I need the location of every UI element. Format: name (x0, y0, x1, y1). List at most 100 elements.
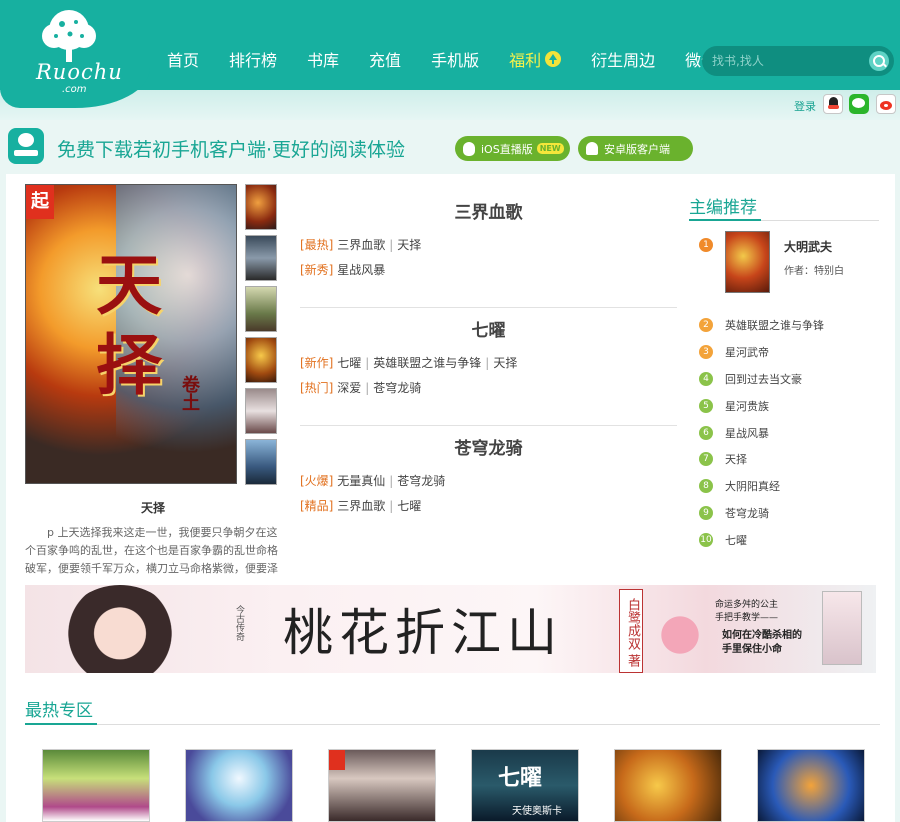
list-item[interactable]: 4 回到过去当文豪 (699, 366, 879, 393)
recommend-heading: 主编推荐 (689, 198, 757, 218)
rank-badge: 9 (699, 505, 713, 520)
blossom-art (645, 605, 715, 665)
book-link[interactable]: 苍穹龙骑 (397, 474, 445, 488)
row-tag: [最热] (300, 238, 334, 252)
ad-character-art (65, 585, 175, 673)
search-icon[interactable] (869, 51, 889, 71)
list-item[interactable]: 2 英雄联盟之谁与争锋 (699, 312, 879, 339)
hot-cover[interactable] (185, 749, 293, 822)
book-link[interactable]: 苍穹龙骑 (373, 381, 421, 395)
apple-icon (463, 141, 475, 156)
block-title[interactable]: 苍穹龙骑 (300, 434, 677, 464)
new-badge: NEW (536, 143, 564, 154)
recommend-list: 2 英雄联盟之谁与争锋 3 星河武帝 4 回到过去当文豪 5 星河贵族 6 星战风暴 7天… (699, 312, 879, 553)
rank-badge: 6 (699, 425, 713, 440)
hot-covers: 七曜 天使奥斯卡 (42, 749, 872, 822)
block-row: [火爆] 无量真仙 | 苍穹龙骑 (300, 474, 446, 488)
ad-hook: 如何在冷酷杀相的 手里保住小命 (722, 630, 802, 655)
book-link[interactable]: 三界血歌 (337, 238, 385, 252)
promo-text: 免费下载若初手机客户端·更好的阅读体验 (57, 139, 406, 161)
book-link[interactable]: 无量真仙 (337, 474, 385, 488)
nav-merch[interactable]: 衍生周边 (576, 47, 670, 71)
top-pick-cover[interactable] (725, 231, 770, 293)
hot-cover[interactable] (328, 749, 436, 822)
block-row: [精品] 三界血歌 | 七曜 (300, 499, 422, 513)
book-link[interactable]: 三界血歌 (337, 499, 385, 513)
nav-recharge[interactable]: 充值 (354, 47, 416, 71)
hot-cover[interactable]: 七曜 天使奥斯卡 (471, 749, 579, 822)
block-row: [新作] 七曜 | 英雄联盟之谁与争锋 | 天择 (300, 356, 518, 370)
hot-cover[interactable] (757, 749, 865, 822)
list-item[interactable]: 10 七曜 (699, 526, 879, 553)
logo-wordmark: Ruochu (36, 60, 123, 84)
cover-subtext: 天使奥斯卡 (512, 806, 562, 817)
hot-cover[interactable] (614, 749, 722, 822)
app-logo-icon (8, 128, 44, 164)
book-link[interactable]: 天择 (493, 356, 517, 370)
list-item[interactable]: 7 天择 (699, 446, 879, 473)
cover-subtitle-art: 卷土 (179, 375, 200, 411)
thumbnail[interactable] (245, 388, 277, 434)
divider-accent (689, 219, 761, 221)
nav-home[interactable]: 首页 (152, 47, 214, 71)
row-tag: [精品] (300, 499, 334, 513)
nav-mobile[interactable]: 手机版 (416, 47, 494, 71)
list-item[interactable]: 5 星河贵族 (699, 392, 879, 419)
thumbnail[interactable] (245, 337, 277, 383)
thumbnail[interactable] (245, 286, 277, 332)
thumbnail[interactable] (245, 184, 277, 230)
ios-download-button[interactable]: iOS直播版 NEW (455, 136, 570, 161)
block-title[interactable]: 三界血歌 (300, 198, 677, 228)
book-link[interactable]: 星战风暴 (337, 263, 385, 277)
rank-badge: 7 (699, 452, 713, 467)
ad-book-art (822, 591, 862, 665)
list-item[interactable]: 3 星河武帝 (699, 339, 879, 366)
book-link[interactable]: 七曜 (337, 356, 361, 370)
block-title[interactable]: 七曜 (300, 316, 677, 346)
list-item[interactable]: 8 大阴阳真经 (699, 473, 879, 500)
android-download-button[interactable]: 安卓版客户端 (578, 136, 693, 161)
hot-cover[interactable] (42, 749, 150, 822)
category-block: 七曜 [新作] 七曜 | 英雄联盟之谁与争锋 | 天择 [热门] 深爱 | 苍穹龙骑 (300, 316, 677, 426)
ad-publisher: 今古传奇 (234, 605, 244, 641)
top-pick-title[interactable]: 大明武夫 (784, 238, 832, 255)
cover-text: 七曜 (498, 766, 543, 791)
search-input[interactable] (712, 51, 862, 71)
wechat-icon[interactable] (849, 94, 869, 114)
list-item[interactable]: 6 星战风暴 (699, 419, 879, 446)
featured-title[interactable]: 天择 (25, 499, 281, 516)
book-link[interactable]: 深爱 (337, 381, 361, 395)
block-row: [新秀] 星战风暴 (300, 261, 677, 278)
thumbnail[interactable] (245, 235, 277, 281)
ad-banner[interactable]: 今古传奇 桃花折江山 白鹭成双 著 命运多舛的公主 手把手教学—— 如何在冷酷杀… (25, 585, 876, 673)
nav-ranking[interactable]: 排行榜 (214, 47, 292, 71)
featured-cover[interactable]: 起 天择 卷土 (25, 184, 237, 484)
book-link[interactable]: 天择 (397, 238, 421, 252)
ad-tagline: 命运多舛的公主 手把手教学—— (715, 600, 779, 623)
thumbnail[interactable] (245, 439, 277, 485)
book-link[interactable]: 英雄联盟之谁与争锋 (373, 356, 481, 370)
main-nav: 首页 排行榜 书库 充值 手机版 福利 衍生周边 微信 (152, 46, 746, 72)
arrow-up-icon (545, 51, 562, 67)
sub-bar (0, 90, 900, 120)
featured-thumbnails (245, 184, 277, 490)
qq-icon[interactable] (823, 94, 843, 114)
nav-welfare[interactable]: 福利 (494, 47, 576, 71)
top-pick-author: 作者：特别白 (784, 266, 844, 277)
ad-title: 桃花折江山 (283, 604, 563, 662)
site-logo[interactable]: Ruochu .com (0, 0, 150, 108)
book-link[interactable]: 七曜 (397, 499, 421, 513)
rank-badge: 1 (699, 238, 713, 252)
category-blocks: 三界血歌 [最热] 三界血歌 | 天择 [新秀] 星战风暴 七曜 [新作] 七曜 | 英… (300, 190, 677, 544)
list-item[interactable]: 9 苍穹龙骑 (699, 500, 879, 527)
search-box (702, 46, 894, 76)
row-tag: [新作] (300, 356, 334, 370)
login-link[interactable]: 登录 (794, 98, 816, 114)
cover-title-art: 天择 (96, 246, 162, 404)
rank-badge: 8 (699, 479, 713, 494)
weibo-icon[interactable] (876, 94, 896, 114)
publisher-mark: 起 (26, 185, 54, 219)
rank-badge: 4 (699, 371, 713, 386)
block-row: [热门] 深爱 | 苍穹龙骑 (300, 381, 422, 395)
nav-library[interactable]: 书库 (292, 47, 354, 71)
